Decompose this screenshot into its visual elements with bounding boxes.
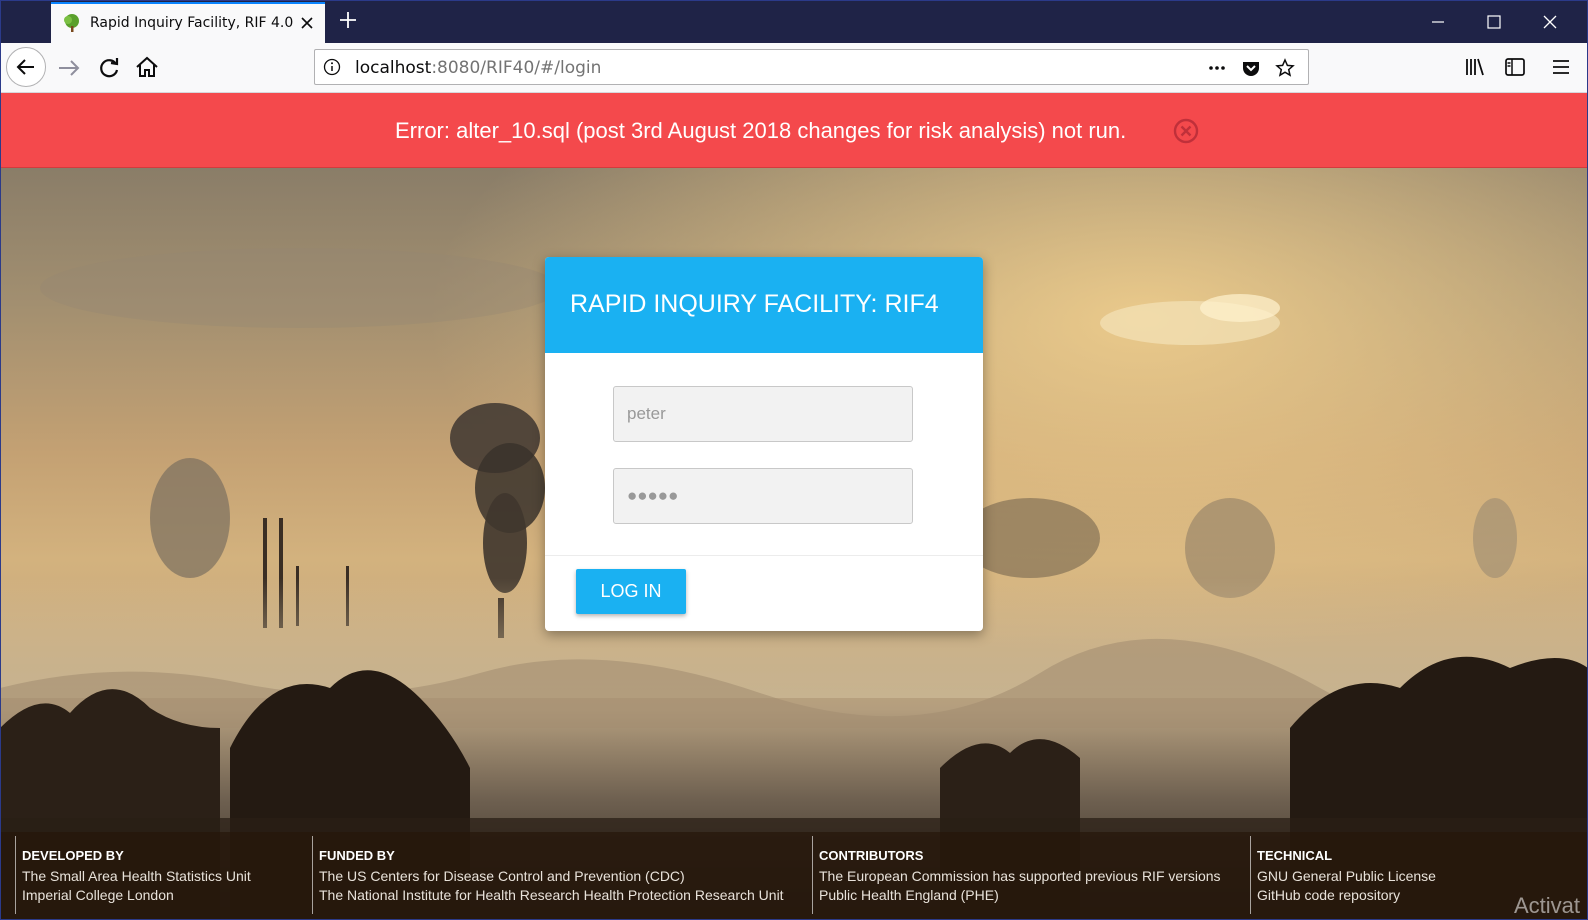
login-button[interactable]: LOG IN: [576, 569, 686, 614]
footer-column-title: DEVELOPED BY: [22, 848, 124, 863]
footer-column-title: TECHNICAL: [1257, 848, 1333, 863]
login-card-header: RAPID INQUIRY FACILITY: RIF4: [545, 257, 983, 353]
browser-toolbar: localhost:8080/RIF40/#/login: [0, 43, 1588, 93]
username-field[interactable]: [613, 386, 913, 442]
back-arrow-icon: [16, 59, 34, 75]
footer-contributors: CONTRIBUTORS The European Commission has…: [812, 836, 1243, 914]
footer-line[interactable]: The National Institute for Health Resear…: [319, 887, 784, 903]
password-field[interactable]: [613, 468, 913, 524]
error-message: Error: alter_10.sql (post 3rd August 201…: [395, 118, 1127, 143]
login-title: RAPID INQUIRY FACILITY: RIF4: [570, 290, 939, 318]
home-icon[interactable]: [131, 51, 163, 83]
footer-column-title: CONTRIBUTORS: [819, 848, 924, 863]
browser-titlebar: Rapid Inquiry Facility, RIF 4.0: [0, 0, 1588, 43]
minimize-icon[interactable]: [1428, 12, 1448, 32]
footer-line[interactable]: Public Health England (PHE): [819, 887, 999, 903]
pocket-icon[interactable]: [1241, 58, 1261, 78]
error-banner: Error: alter_10.sql (post 3rd August 201…: [0, 93, 1588, 168]
footer: DEVELOPED BY The Small Area Health Stati…: [0, 832, 1588, 920]
login-card: RAPID INQUIRY FACILITY: RIF4 LOG IN: [545, 257, 983, 631]
library-icon[interactable]: [1464, 56, 1486, 78]
footer-developed-by: DEVELOPED BY The Small Area Health Stati…: [15, 836, 306, 914]
info-icon[interactable]: [323, 58, 341, 76]
footer-column-title: FUNDED BY: [319, 848, 395, 863]
hamburger-menu-icon[interactable]: [1550, 56, 1572, 78]
footer-line[interactable]: The European Commission has supported pr…: [819, 868, 1221, 884]
circle-close-icon[interactable]: [1172, 117, 1200, 145]
url-text[interactable]: localhost:8080/RIF40/#/login: [355, 58, 601, 78]
footer-line[interactable]: GitHub code repository: [1257, 887, 1400, 903]
footer-funded-by: FUNDED BY The US Centers for Disease Con…: [312, 836, 803, 914]
reload-icon[interactable]: [93, 52, 125, 84]
url-bar[interactable]: localhost:8080/RIF40/#/login: [314, 49, 1309, 85]
browser-tab[interactable]: Rapid Inquiry Facility, RIF 4.0: [51, 2, 325, 43]
ellipsis-icon[interactable]: [1207, 58, 1227, 78]
close-window-icon[interactable]: [1540, 12, 1560, 32]
tab-title: Rapid Inquiry Facility, RIF 4.0: [90, 15, 294, 31]
windows-activation-watermark: Activat: [1514, 893, 1581, 918]
forward-arrow-icon[interactable]: [54, 52, 86, 84]
footer-line[interactable]: GNU General Public License: [1257, 868, 1436, 884]
back-button[interactable]: [6, 47, 46, 87]
tree-icon: [64, 14, 79, 32]
url-path: :8080/RIF40/#/login: [431, 58, 602, 78]
maximize-icon[interactable]: [1484, 12, 1504, 32]
close-icon[interactable]: [299, 15, 315, 31]
sidebar-icon[interactable]: [1504, 56, 1526, 78]
card-divider: [545, 555, 983, 556]
footer-line[interactable]: The US Centers for Disease Control and P…: [319, 868, 685, 884]
url-host: localhost: [355, 58, 432, 78]
star-icon[interactable]: [1275, 58, 1295, 78]
footer-line[interactable]: Imperial College London: [22, 887, 174, 903]
footer-line[interactable]: The Small Area Health Statistics Unit: [22, 868, 251, 884]
plus-icon[interactable]: [338, 10, 358, 30]
